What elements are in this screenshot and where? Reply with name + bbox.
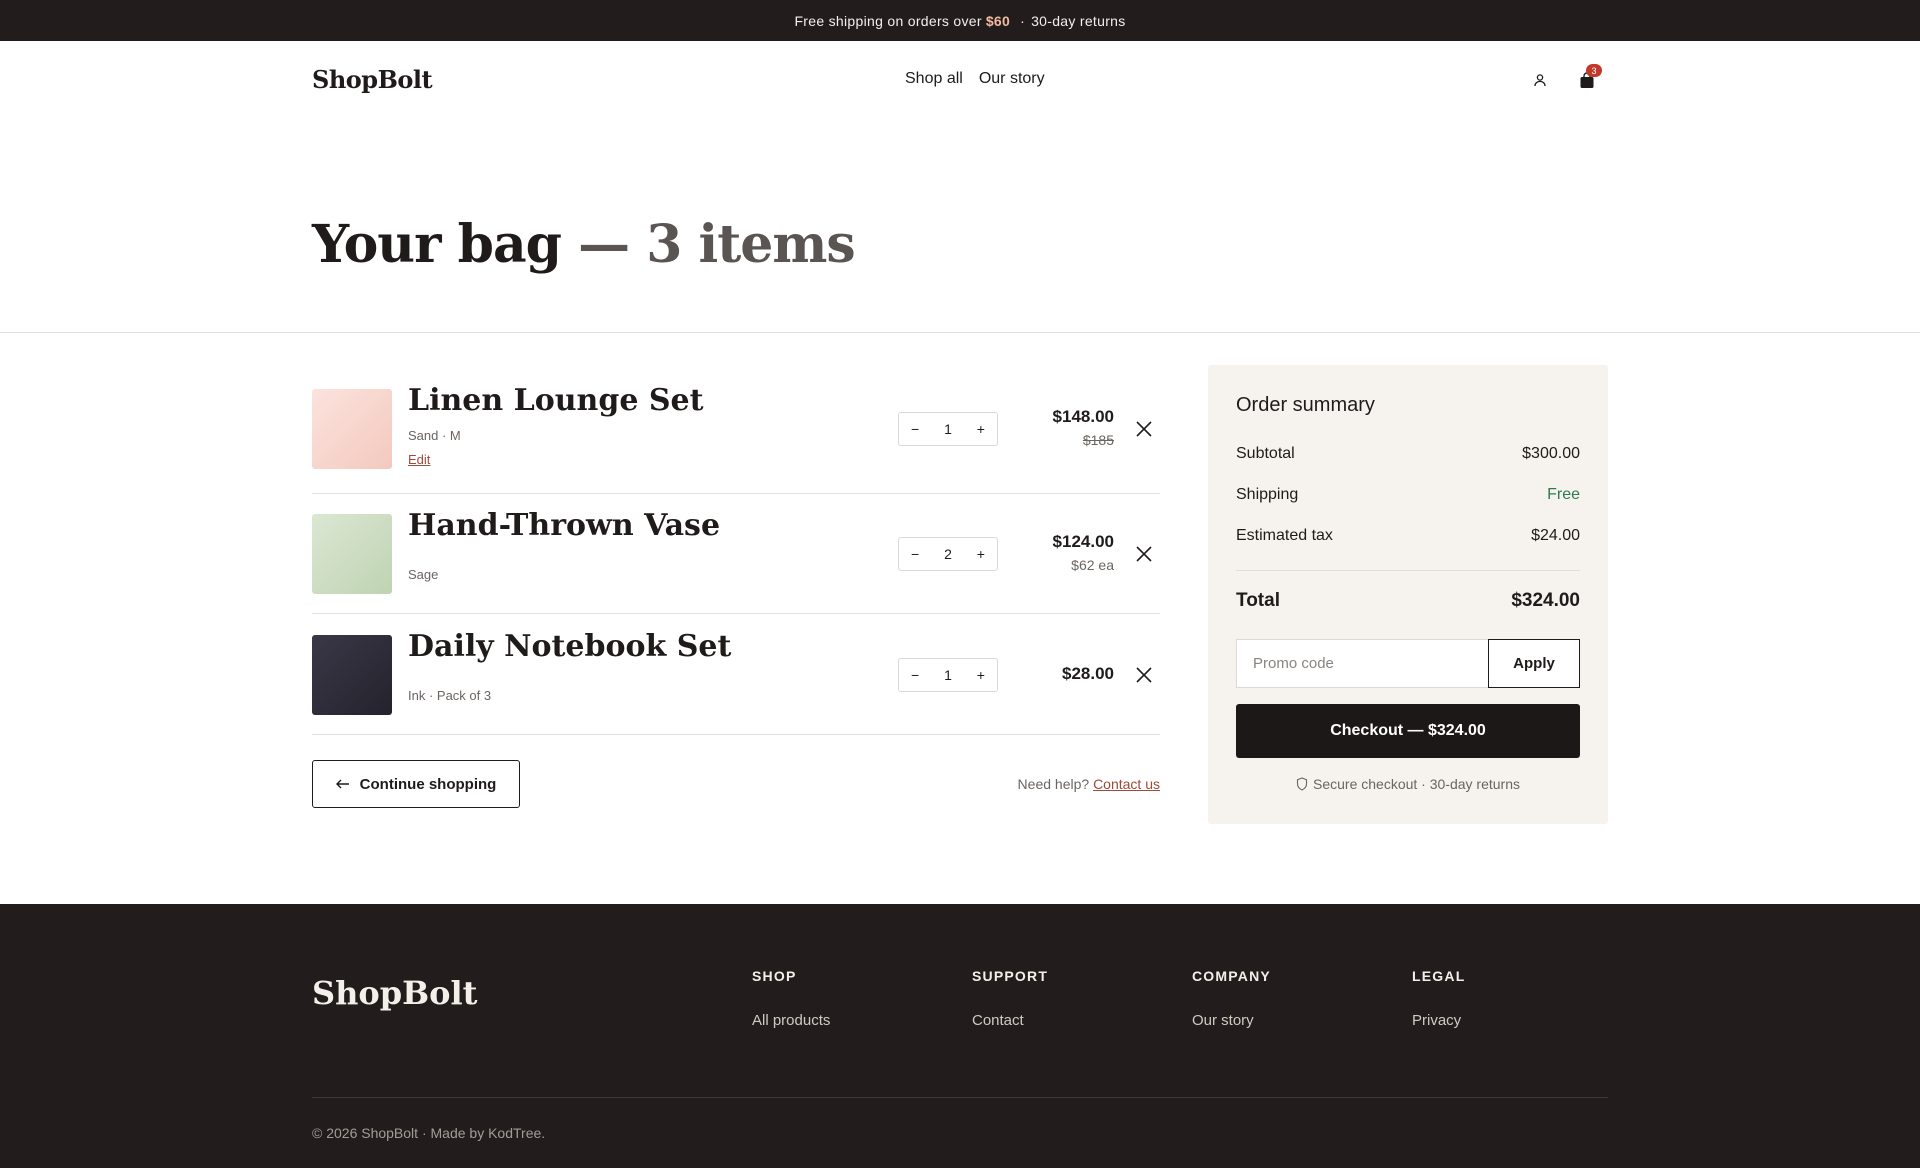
contact-us-link[interactable]: Contact us [1093, 776, 1160, 792]
summary-divider [1236, 570, 1580, 571]
section-divider [0, 332, 1920, 333]
announcement-text: Free shipping on orders over [794, 12, 982, 29]
cart-item: Linen Lounge Set Sand · M Edit − 1 + $14… [312, 374, 1160, 494]
footer-column-legal: LEGAL Privacy [1412, 968, 1465, 1030]
continue-shopping-label: Continue shopping [359, 775, 497, 793]
shipping-label: Shipping [1236, 486, 1299, 503]
help-text: Need help? Contact us [1018, 776, 1160, 792]
qty-value[interactable]: 1 [944, 421, 952, 437]
arrow-left-icon [335, 779, 349, 789]
announcement-separator: · [1020, 12, 1026, 29]
line-price: $148.00 [1052, 407, 1114, 426]
subtotal-label: Subtotal [1236, 445, 1295, 462]
page-title-main: Your bag [312, 214, 562, 275]
qty-minus-button[interactable]: − [911, 421, 919, 437]
subtotal-value: $300.00 [1522, 445, 1580, 462]
product-thumbnail[interactable] [312, 389, 392, 469]
total-row: Total $324.00 [1236, 590, 1580, 612]
user-icon[interactable] [1529, 69, 1551, 91]
cart-item: Hand-Thrown Vase Sage − 2 + $124.00 $62 … [312, 494, 1160, 614]
original-price: $185 [1082, 432, 1114, 448]
close-icon [1136, 421, 1152, 437]
footer-heading: SUPPORT [972, 968, 1049, 984]
total-label: Total [1236, 590, 1280, 611]
product-variant: Sand · M [408, 428, 461, 443]
logo[interactable]: ShopBolt [312, 65, 433, 94]
shipping-row: Shipping Free [1236, 486, 1580, 504]
tax-label: Estimated tax [1236, 527, 1333, 544]
product-thumbnail[interactable] [312, 635, 392, 715]
product-variant: Sage [408, 567, 439, 582]
page-title-count: — 3 items [578, 214, 856, 275]
product-name[interactable]: Linen Lounge Set [408, 383, 704, 418]
footer-logo[interactable]: ShopBolt [312, 974, 477, 1012]
checkout-button[interactable]: Checkout — $324.00 [1236, 704, 1580, 758]
footer-column-shop: SHOP All products [752, 968, 830, 1030]
qty-value[interactable]: 2 [944, 546, 952, 562]
nav-shop-all[interactable]: Shop all [905, 70, 963, 88]
qty-plus-button[interactable]: + [977, 546, 985, 562]
main-nav: Shop all Our story [905, 70, 1045, 88]
quantity-stepper: − 1 + [898, 658, 998, 692]
shield-icon [1296, 777, 1308, 791]
footer-link-contact[interactable]: Contact [972, 1012, 1024, 1029]
tax-row: Estimated tax $24.00 [1236, 527, 1580, 545]
announcement-returns: 30-day returns [1031, 12, 1126, 29]
nav-our-story[interactable]: Our story [979, 70, 1045, 88]
remove-item-button[interactable] [1134, 544, 1154, 564]
secure-checkout-note: Secure checkout · 30-day returns [1208, 776, 1608, 792]
footer-divider [312, 1097, 1608, 1098]
announcement-bar: Free shipping on orders over $60 · 30-da… [0, 0, 1920, 41]
qty-plus-button[interactable]: + [977, 667, 985, 683]
product-variant: Ink · Pack of 3 [408, 688, 492, 703]
qty-minus-button[interactable]: − [911, 546, 919, 562]
qty-value[interactable]: 1 [944, 667, 952, 683]
close-icon [1136, 667, 1152, 683]
footer-heading: LEGAL [1412, 968, 1466, 984]
footer-heading: COMPANY [1192, 968, 1271, 984]
shipping-threshold: $60 [985, 12, 1011, 29]
line-price: $124.00 [1052, 532, 1114, 551]
site-footer: ShopBolt SHOP All products SUPPORT Conta… [0, 904, 1920, 1168]
close-icon [1136, 546, 1152, 562]
shipping-value: Free [1547, 486, 1580, 503]
qty-plus-button[interactable]: + [977, 421, 985, 437]
footer-link-all-products[interactable]: All products [752, 1012, 830, 1029]
line-price: $28.00 [1062, 664, 1114, 683]
footer-link-privacy[interactable]: Privacy [1412, 1012, 1461, 1029]
copyright: © 2026 ShopBolt · Made by KodTree. [312, 1125, 546, 1141]
continue-shopping-button[interactable]: Continue shopping [312, 760, 520, 808]
promo-code-input[interactable] [1236, 639, 1489, 688]
footer-column-support: SUPPORT Contact [972, 968, 1048, 1030]
cart-count-badge: 3 [1586, 64, 1602, 77]
tax-value: $24.00 [1531, 527, 1580, 544]
product-name[interactable]: Hand-Thrown Vase [408, 508, 720, 543]
apply-promo-button[interactable]: Apply [1488, 639, 1580, 688]
quantity-stepper: − 2 + [898, 537, 998, 571]
site-header: ShopBolt Shop all Our story 3 [0, 41, 1920, 121]
quantity-stepper: − 1 + [898, 412, 998, 446]
footer-column-company: COMPANY Our story [1192, 968, 1271, 1030]
total-value: $324.00 [1511, 590, 1580, 611]
product-thumbnail[interactable] [312, 514, 392, 594]
help-label: Need help? [1017, 776, 1090, 792]
product-name[interactable]: Daily Notebook Set [408, 629, 731, 664]
remove-item-button[interactable] [1134, 419, 1154, 439]
unit-price: $62 ea [1071, 557, 1114, 573]
page-title: Your bag — 3 items [312, 214, 856, 275]
footer-heading: SHOP [752, 968, 797, 984]
cart-item: Daily Notebook Set Ink · Pack of 3 − 1 +… [312, 614, 1160, 735]
order-summary: Order summary Subtotal $300.00 Shipping … [1208, 365, 1608, 824]
qty-minus-button[interactable]: − [911, 667, 919, 683]
subtotal-row: Subtotal $300.00 [1236, 445, 1580, 463]
secure-text: Secure checkout · 30-day returns [1313, 776, 1520, 792]
summary-title: Order summary [1236, 394, 1375, 416]
footer-link-our-story[interactable]: Our story [1192, 1012, 1254, 1029]
remove-item-button[interactable] [1134, 665, 1154, 685]
edit-link[interactable]: Edit [408, 452, 430, 467]
